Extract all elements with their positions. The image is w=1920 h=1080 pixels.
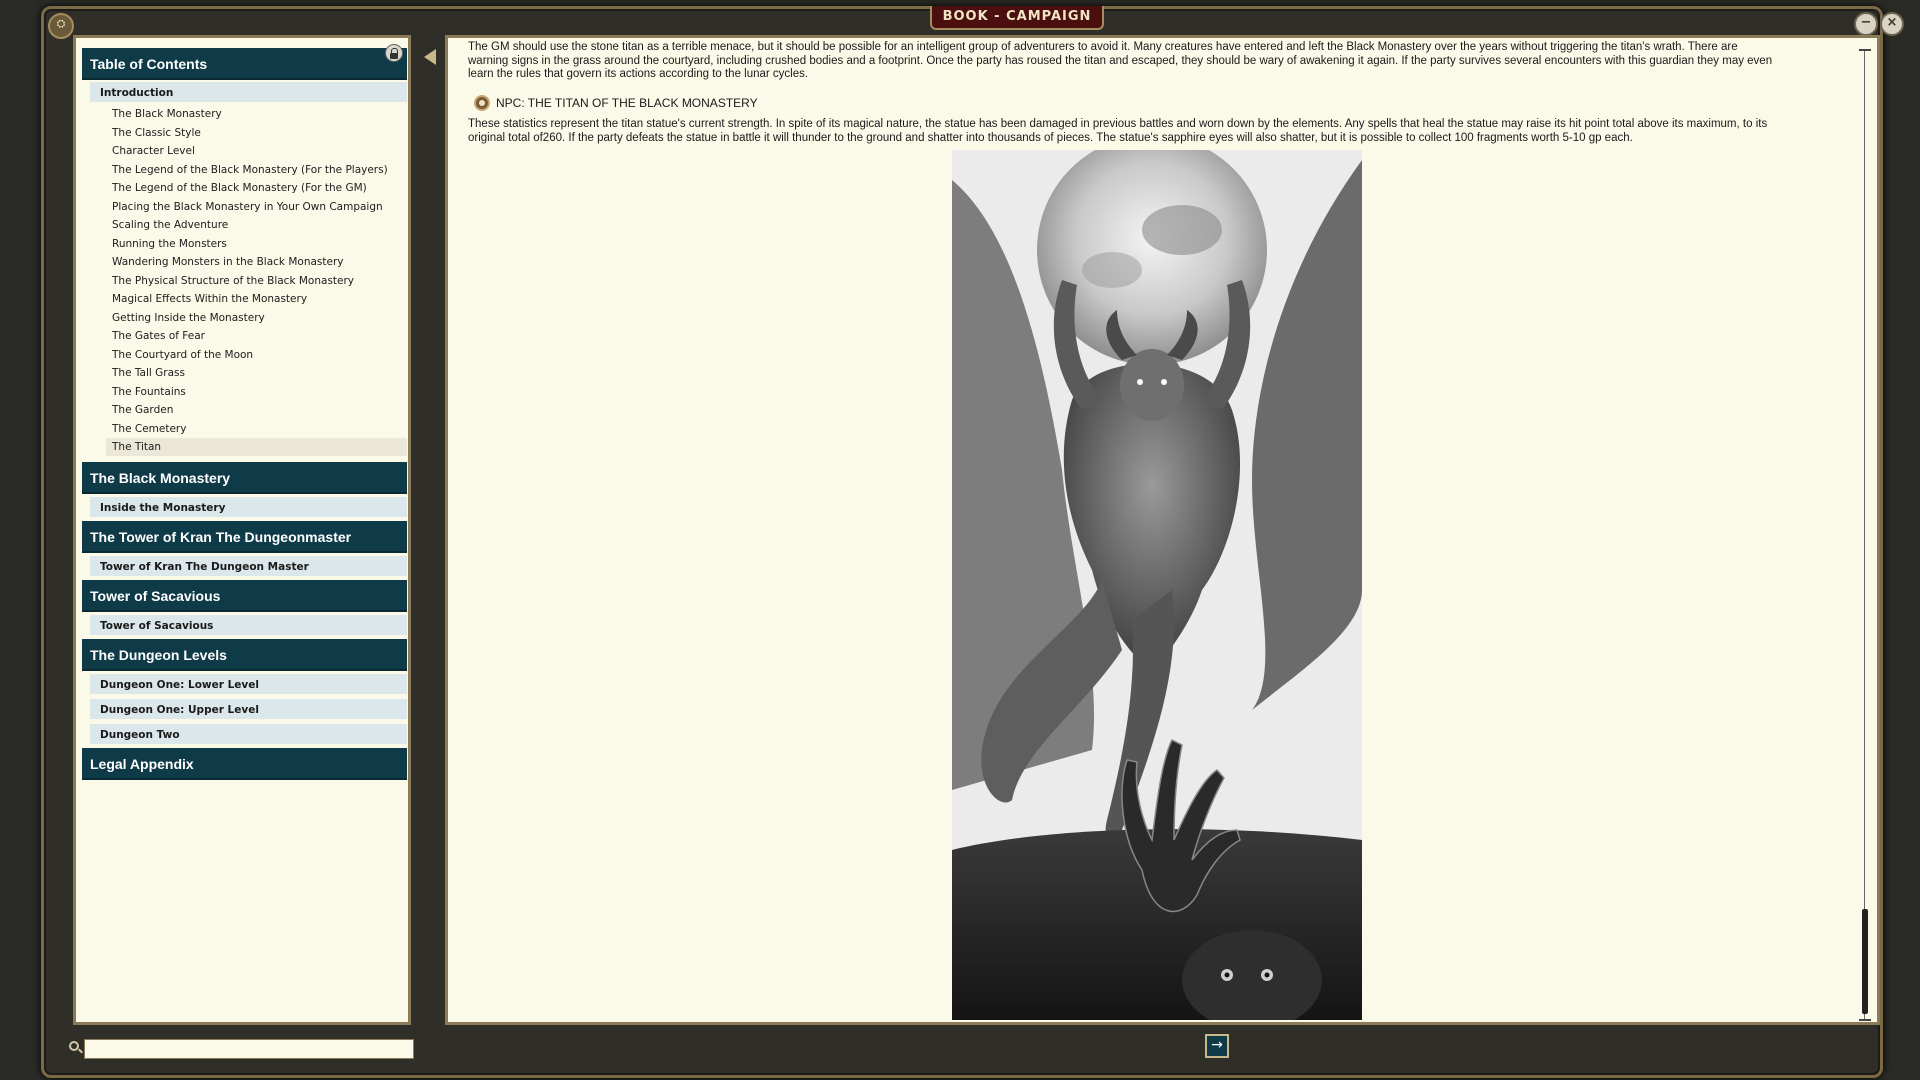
toc-subitem[interactable]: The Fountains: [106, 383, 407, 401]
toc-subitem[interactable]: The Classic Style: [106, 124, 407, 142]
scroll-track: [1864, 49, 1865, 1021]
toc-item[interactable]: Dungeon One: Lower Level: [90, 674, 407, 696]
scroll-cap-bottom: [1859, 1019, 1871, 1021]
toc-subitem[interactable]: The Gates of Fear: [106, 327, 407, 345]
toc-subitem[interactable]: Scaling the Adventure: [106, 216, 407, 234]
toc-subitem[interactable]: Wandering Monsters in the Black Monaster…: [106, 253, 407, 271]
npc-link-label: NPC: THE TITAN OF THE BLACK MONASTERY: [496, 96, 758, 110]
minimize-button[interactable]: −: [1854, 12, 1878, 36]
lock-icon[interactable]: [385, 44, 403, 62]
toc-subitem[interactable]: The Legend of the Black Monastery (For t…: [106, 161, 407, 179]
toc-subitem[interactable]: Magical Effects Within the Monastery: [106, 290, 407, 308]
toc-subitem[interactable]: The Tall Grass: [106, 364, 407, 382]
collapse-toc-icon[interactable]: [424, 49, 436, 65]
toc-item[interactable]: Tower of Sacavious: [90, 615, 407, 637]
toc-item-introduction[interactable]: Introduction: [90, 82, 407, 104]
toc-section-header[interactable]: Table of Contents: [82, 48, 407, 80]
toc-subitem[interactable]: The Garden: [106, 401, 407, 419]
content-paragraph-line: learn the rules that govern its actions …: [468, 68, 809, 80]
toc-section-header[interactable]: Tower of Sacavious: [82, 580, 407, 612]
window-menu-icon[interactable]: ⛭: [48, 13, 74, 39]
content-paragraph-line: The GM should use the stone titan as a t…: [468, 41, 1738, 53]
arrow-right-icon: →: [1211, 1037, 1223, 1053]
search-input[interactable]: [84, 1039, 414, 1059]
toc-subitem[interactable]: The Cemetery: [106, 420, 407, 438]
book-window: ⛭ BOOK - CAMPAIGN − × Table of Contents …: [41, 6, 1904, 1078]
toc-section-header[interactable]: The Dungeon Levels: [82, 639, 407, 671]
close-button[interactable]: ×: [1880, 12, 1904, 36]
content-panel: The GM should use the stone titan as a t…: [445, 35, 1880, 1025]
toc-subitem[interactable]: Getting Inside the Monastery: [106, 309, 407, 327]
toc-item[interactable]: Tower of Kran The Dungeon Master: [90, 556, 407, 578]
toc-item[interactable]: Dungeon One: Upper Level: [90, 699, 407, 721]
toc-subitem[interactable]: The Legend of the Black Monastery (For t…: [106, 179, 407, 197]
scroll-thumb[interactable]: [1862, 909, 1868, 1014]
toc-section-header[interactable]: Legal Appendix: [82, 748, 407, 780]
npc-link[interactable]: NPC: THE TITAN OF THE BLACK MONASTERY: [474, 94, 758, 112]
toc-item[interactable]: Inside the Monastery: [90, 497, 407, 519]
toc-subitem[interactable]: The Courtyard of the Moon: [106, 346, 407, 364]
toc-item[interactable]: Dungeon Two: [90, 724, 407, 746]
titan-illustration: [952, 150, 1362, 1020]
toc-subitem[interactable]: Placing the Black Monastery in Your Own …: [106, 198, 407, 216]
toc-subitem-selected[interactable]: The Titan: [106, 438, 407, 456]
toc-subitem[interactable]: The Black Monastery: [106, 105, 407, 123]
scroll-cap-top: [1859, 49, 1871, 51]
content-paragraph-line: warning signs in the grass around the co…: [468, 55, 1773, 67]
toc-subitem[interactable]: Running the Monsters: [106, 235, 407, 253]
magnifier-icon: [69, 1041, 79, 1051]
toc-section-header[interactable]: The Black Monastery: [82, 462, 407, 494]
toc-section-header[interactable]: The Tower of Kran The Dungeonmaster: [82, 521, 407, 553]
toc-subitem[interactable]: The Physical Structure of the Black Mona…: [106, 272, 407, 290]
content-paragraph-line: These statistics represent the titan sta…: [468, 118, 1768, 130]
content-paragraph-line: original total of260. If the party defea…: [468, 132, 1633, 144]
toc-subitem[interactable]: Character Level: [106, 142, 407, 160]
content-scrollbar[interactable]: [1859, 49, 1871, 1021]
toc-panel: Table of Contents Introduction The Black…: [73, 35, 411, 1025]
window-title: BOOK - CAMPAIGN: [930, 6, 1104, 30]
next-page-button[interactable]: →: [1205, 1034, 1229, 1058]
npc-link-icon: [474, 95, 490, 111]
